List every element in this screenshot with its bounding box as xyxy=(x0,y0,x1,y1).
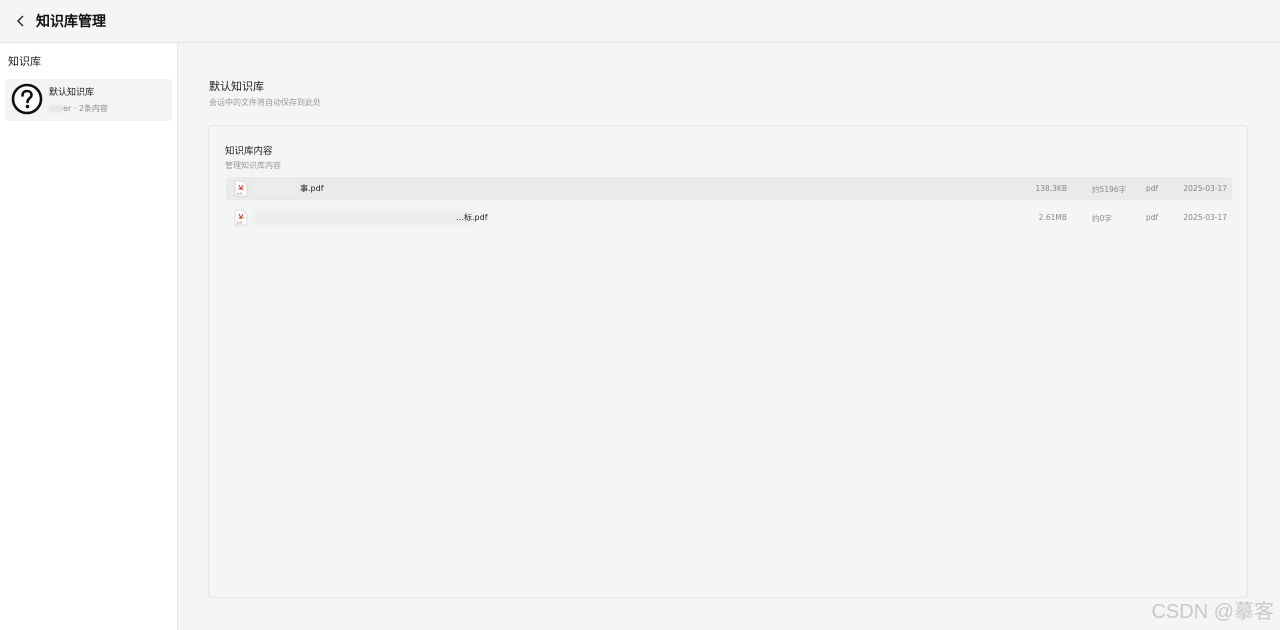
file-date: 2025-03-17 xyxy=(1183,184,1227,193)
file-row[interactable]: pdf …标.pdf 2.61MB 约0字 pdf 2025-03-17 xyxy=(226,206,1232,229)
file-word-count: 约5196字 xyxy=(1092,185,1127,194)
panel-title: 知识库内容 xyxy=(225,146,273,157)
kb-description: 会话中的文件将自动保存到此处 xyxy=(209,98,321,107)
sidebar-item-default-kb[interactable]: 默认知识库 er · 2条内容 xyxy=(5,79,172,121)
top-bar: 知识库管理 xyxy=(0,0,1280,43)
file-name: …标.pdf xyxy=(456,213,488,222)
kb-title: 默认知识库 xyxy=(209,80,264,93)
page-title: 知识库管理 xyxy=(36,14,106,30)
pdf-file-icon: pdf xyxy=(234,209,248,226)
file-date: 2025-03-17 xyxy=(1183,213,1227,222)
panel-description: 管理知识库内容 xyxy=(225,161,281,170)
watermark: CSDN @摹客 xyxy=(1151,601,1274,623)
help-circle-icon xyxy=(11,83,43,115)
file-word-count: 约0字 xyxy=(1092,214,1112,223)
file-size: 2.61MB xyxy=(1038,213,1067,222)
kb-meta: er · 2条内容 xyxy=(49,103,108,114)
file-type: pdf xyxy=(1146,184,1159,193)
sidebar-title: 知识库 xyxy=(8,55,41,68)
file-row[interactable]: pdf 事.pdf 138.3KB 约5196字 pdf 2025-03-17 xyxy=(226,177,1232,200)
file-name: 事.pdf xyxy=(300,184,324,193)
pdf-file-icon: pdf xyxy=(234,180,248,197)
file-size: 138.3KB xyxy=(1035,184,1067,193)
back-button[interactable] xyxy=(12,12,30,30)
kb-name: 默认知识库 xyxy=(49,88,95,98)
chevron-left-icon xyxy=(17,15,24,27)
file-type: pdf xyxy=(1146,213,1159,222)
kb-content-panel: 知识库内容 管理知识库内容 pdf 事.pdf 138.3KB 约5196字 p… xyxy=(208,125,1248,598)
sidebar: 知识库 默认知识库 er · 2条内容 xyxy=(0,43,178,630)
